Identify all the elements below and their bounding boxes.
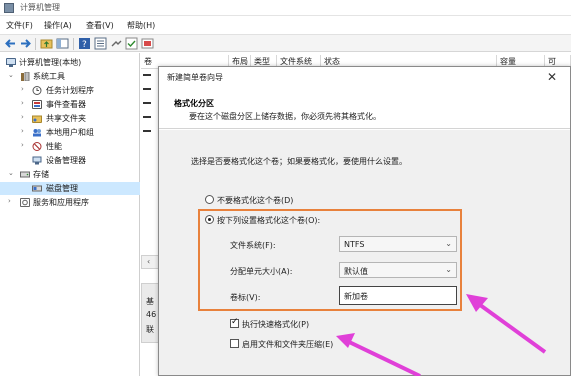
radio-no-format[interactable] xyxy=(205,195,214,204)
connect-icon[interactable] xyxy=(110,37,123,50)
disk-label: 基 xyxy=(146,297,154,306)
tree-label-system-tools: 系统工具 xyxy=(33,72,65,81)
navigation-tree: 计算机管理(本地) ⌄ 系统工具 › 任务计划程序 › 事件查看器 › 共享文件… xyxy=(0,53,140,376)
expanded-arrow-icon[interactable]: ⌄ xyxy=(8,71,14,79)
computer-icon xyxy=(6,58,16,67)
view-icon[interactable] xyxy=(141,37,154,50)
disk-size: 46 xyxy=(146,310,157,319)
tree-item-root[interactable]: 计算机管理(本地) xyxy=(0,56,140,69)
wizard-heading: 格式化分区 xyxy=(174,99,214,108)
disk-info-panel: 基 46 联 xyxy=(141,283,159,343)
tools-icon xyxy=(21,72,30,81)
wizard-subheading: 要在这个磁盘分区上储存数据，你必须先将其格式化。 xyxy=(189,112,381,121)
collapsed-arrow-icon[interactable]: › xyxy=(21,141,24,149)
back-arrow-icon[interactable] xyxy=(4,37,17,50)
compression-checkbox[interactable] xyxy=(230,339,239,348)
tree-label-storage: 存储 xyxy=(33,170,49,179)
menu-bar: 文件(F) 操作(A) 查看(V) 帮助(H) xyxy=(0,17,571,33)
format-settings-highlight xyxy=(198,209,462,311)
menu-file[interactable]: 文件(F) xyxy=(6,20,33,31)
wizard-header: 格式化分区 要在这个磁盘分区上储存数据，你必须先将其格式化。 xyxy=(159,87,570,129)
expanded-arrow-icon[interactable]: ⌄ xyxy=(8,169,14,177)
shared-folder-icon xyxy=(32,115,42,123)
disk-status: 联 xyxy=(146,325,154,334)
new-simple-volume-wizard: 新建简单卷向导 ✕ 格式化分区 要在这个磁盘分区上储存数据，你必须先将其格式化。… xyxy=(158,66,571,376)
event-viewer-icon xyxy=(32,100,42,109)
storage-icon xyxy=(20,171,30,178)
show-hide-tree-icon[interactable] xyxy=(56,37,69,50)
chevron-left-icon: ‹ xyxy=(147,257,151,266)
tree-item-services[interactable]: › 服务和应用程序 xyxy=(0,196,140,209)
tree-label-device-manager: 设备管理器 xyxy=(46,156,86,165)
tree-label-shared-folders: 共享文件夹 xyxy=(46,114,86,123)
computer-management-icon xyxy=(4,3,14,13)
tree-label-event-viewer: 事件查看器 xyxy=(46,100,86,109)
tree-item-local-users[interactable]: › 本地用户和组 xyxy=(0,126,140,139)
performance-icon xyxy=(32,142,42,151)
tree-label-services: 服务和应用程序 xyxy=(33,198,89,207)
tree-label-local-users: 本地用户和组 xyxy=(46,128,94,137)
wizard-title-bar: 新建简单卷向导 ✕ xyxy=(159,67,570,87)
users-icon xyxy=(33,129,41,137)
up-folder-icon[interactable] xyxy=(40,37,53,50)
scroll-left-button[interactable]: ‹ xyxy=(141,255,159,269)
label-quick-format[interactable]: 执行快速格式化(P) xyxy=(242,319,309,330)
forward-arrow-icon[interactable] xyxy=(19,37,32,50)
svg-text:?: ? xyxy=(82,40,87,50)
tree-label-performance: 性能 xyxy=(46,142,62,151)
window-title-bar: 计算机管理 xyxy=(0,0,571,16)
tree-item-system-tools[interactable]: ⌄ 系统工具 xyxy=(0,70,140,83)
menu-view[interactable]: 查看(V) xyxy=(86,20,114,31)
label-compression[interactable]: 启用文件和文件夹压缩(E) xyxy=(242,339,333,350)
help-icon[interactable]: ? xyxy=(78,37,91,50)
device-manager-icon xyxy=(32,156,42,165)
check-icon[interactable] xyxy=(125,37,138,50)
window-title: 计算机管理 xyxy=(20,3,60,12)
menu-action[interactable]: 操作(A) xyxy=(44,20,72,31)
tree-item-storage[interactable]: ⌄ 存储 xyxy=(0,168,140,181)
tree-item-event-viewer[interactable]: › 事件查看器 xyxy=(0,98,140,111)
quick-format-checkbox[interactable] xyxy=(230,317,239,328)
collapsed-arrow-icon[interactable]: › xyxy=(21,85,24,93)
collapsed-arrow-icon[interactable]: › xyxy=(21,127,24,135)
disk-icon xyxy=(32,185,42,192)
clock-icon xyxy=(32,86,42,95)
tree-label-root: 计算机管理(本地) xyxy=(19,58,82,67)
tree-item-shared-folders[interactable]: › 共享文件夹 xyxy=(0,112,140,125)
services-icon xyxy=(20,198,30,207)
tree-item-performance[interactable]: › 性能 xyxy=(0,140,140,153)
label-no-format[interactable]: 不要格式化这个卷(D) xyxy=(217,195,293,206)
menu-help[interactable]: 帮助(H) xyxy=(127,20,155,31)
collapsed-arrow-icon[interactable]: › xyxy=(8,197,11,205)
properties-icon[interactable] xyxy=(94,37,107,50)
toolbar: ? xyxy=(0,34,571,52)
tree-item-task-scheduler[interactable]: › 任务计划程序 xyxy=(0,84,140,97)
format-prompt: 选择是否要格式化这个卷；如果要格式化，要使用什么设置。 xyxy=(191,157,407,166)
tree-label-disk-management: 磁盘管理 xyxy=(46,184,78,193)
tree-item-disk-management[interactable]: 磁盘管理 xyxy=(0,182,140,195)
close-icon[interactable]: ✕ xyxy=(541,69,563,85)
collapsed-arrow-icon[interactable]: › xyxy=(21,99,24,107)
tree-label-task-scheduler: 任务计划程序 xyxy=(46,86,94,95)
collapsed-arrow-icon[interactable]: › xyxy=(21,113,24,121)
tree-item-device-manager[interactable]: 设备管理器 xyxy=(0,154,140,167)
wizard-title: 新建简单卷向导 xyxy=(167,73,223,82)
